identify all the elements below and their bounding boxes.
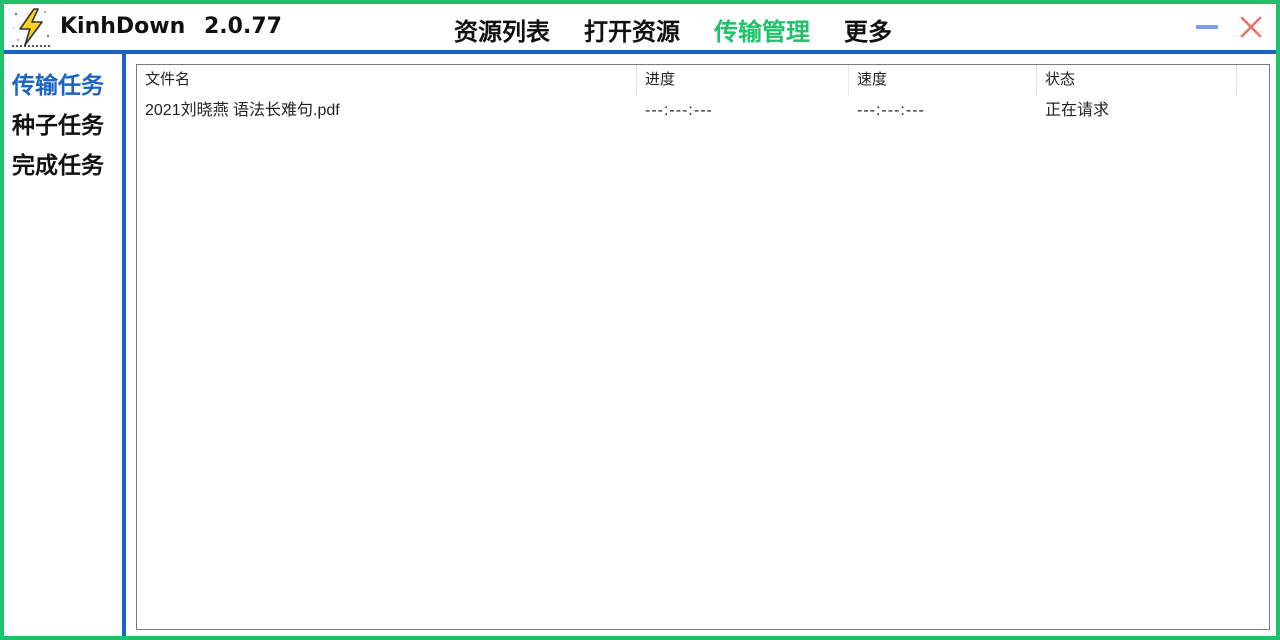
app-window: KinhDown 2.0.77 资源列表 打开资源 传输管理 更多 传输任务 种… <box>0 0 1280 640</box>
sidebar-divider <box>122 54 126 636</box>
column-header-filename[interactable]: 文件名 <box>137 65 637 95</box>
nav-resource-list[interactable]: 资源列表 <box>454 12 550 47</box>
app-name: KinhDown <box>60 14 186 39</box>
nav-open-resource[interactable]: 打开资源 <box>584 12 680 47</box>
row-progress: ---:---:--- <box>645 102 713 119</box>
sidebar-item-torrent-tasks[interactable]: 种子任务 <box>12 106 104 140</box>
nav-transfer-management[interactable]: 传输管理 <box>714 12 810 47</box>
row-status: 正在请求 <box>1045 102 1110 119</box>
close-icon[interactable] <box>1238 14 1264 40</box>
column-header-status[interactable]: 状态 <box>1037 65 1237 95</box>
transfer-table: 文件名 进度 速度 状态 2021刘晓燕 语法长难句.pdf ---:---:-… <box>136 64 1270 630</box>
minimize-icon[interactable] <box>1194 14 1220 40</box>
row-speed: ---:---:--- <box>857 102 925 119</box>
sidebar: 传输任务 种子任务 完成任务 <box>4 54 122 636</box>
nav-more[interactable]: 更多 <box>844 12 892 47</box>
title-bar[interactable]: KinhDown 2.0.77 资源列表 打开资源 传输管理 更多 <box>4 4 1276 50</box>
table-row[interactable]: 2021刘晓燕 语法长难句.pdf ---:---:--- ---:---:--… <box>137 97 1237 125</box>
row-filename: 2021刘晓燕 语法长难句.pdf <box>145 102 340 119</box>
column-header-progress[interactable]: 进度 <box>637 65 849 95</box>
column-header-speed[interactable]: 速度 <box>849 65 1037 95</box>
app-version: 2.0.77 <box>204 14 282 39</box>
lightning-bolt-icon <box>12 8 50 47</box>
title-divider <box>4 50 1276 54</box>
sidebar-item-transfer-tasks[interactable]: 传输任务 <box>12 66 104 100</box>
sidebar-item-completed-tasks[interactable]: 完成任务 <box>12 146 104 180</box>
